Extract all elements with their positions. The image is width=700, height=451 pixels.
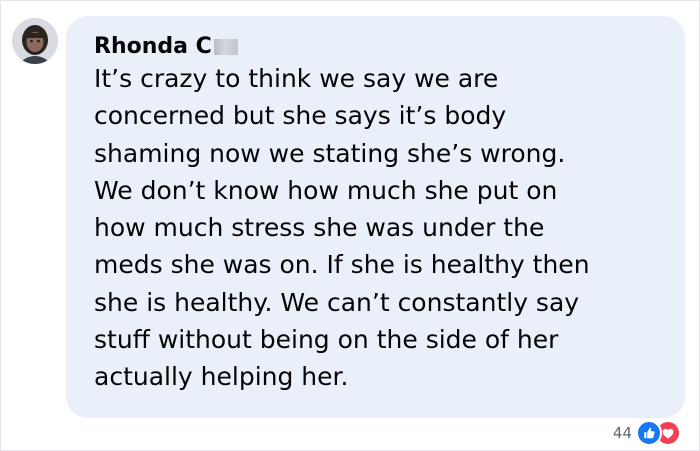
comment-line: how much stress she was under the <box>94 213 545 243</box>
author-name[interactable]: Rhonda C <box>94 34 238 59</box>
comment-line: stuff without being on the side of her <box>94 325 559 355</box>
comment-line: We don’t know how much she put on <box>94 175 558 205</box>
redacted-name-block <box>213 38 238 55</box>
comment-bubble: Rhonda C It’s crazy to think we say we a… <box>66 16 685 418</box>
comment-line: concerned but she says it’s body <box>94 101 507 131</box>
comment-line: It’s crazy to think we say we are <box>94 64 499 93</box>
avatar-photo <box>12 18 58 64</box>
like-icon <box>636 420 662 446</box>
comment-card: Rhonda C It’s crazy to think we say we a… <box>0 0 700 451</box>
comment-line: meds she was on. If she is healthy then <box>94 250 590 280</box>
avatar[interactable] <box>12 18 58 64</box>
comment-line: she is healthy. We can’t constantly say <box>94 287 580 317</box>
reaction-count: 44 <box>612 424 632 442</box>
reaction-summary[interactable]: 44 <box>613 420 681 446</box>
author-name-text: Rhonda C <box>94 34 212 59</box>
comment-line: actually helping her. <box>94 362 349 392</box>
comment-line: shaming now we stating she’s wrong. <box>94 138 566 168</box>
comment-text: It’s crazy to think we say we are concer… <box>94 60 674 396</box>
